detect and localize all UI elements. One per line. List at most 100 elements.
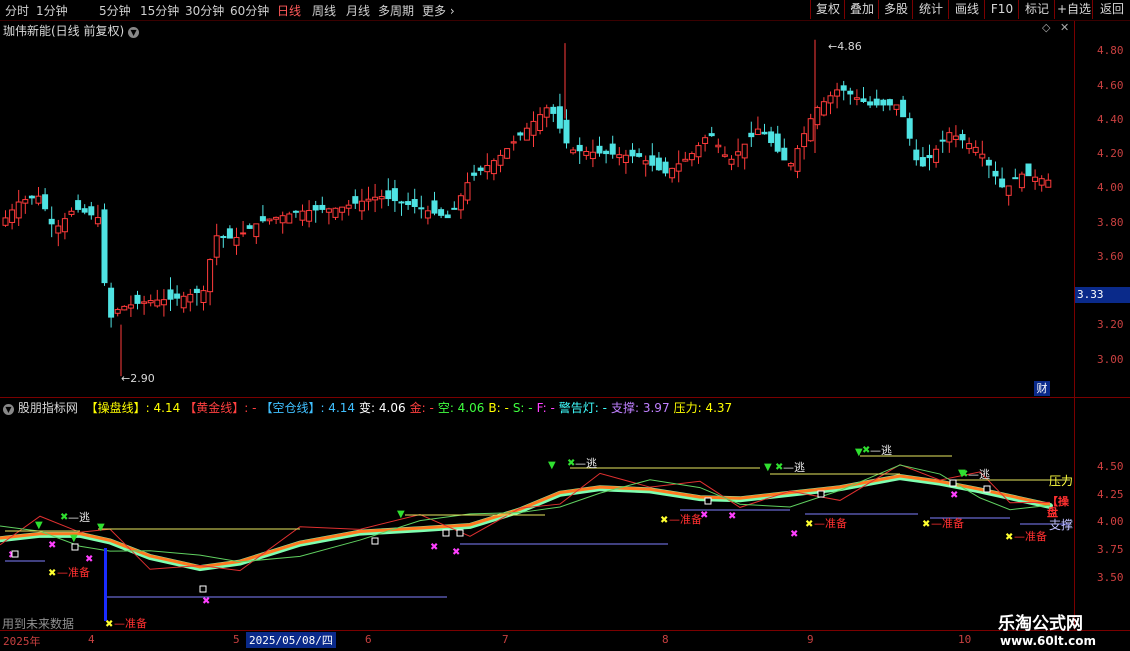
tab-15min[interactable]: 15分钟 [140,2,179,19]
tab-weekly[interactable]: 周线 [312,2,336,19]
candle-body [563,119,570,144]
candle-body [424,210,431,219]
candle-body [372,196,379,201]
date-label: 2025年 [3,635,41,648]
escape-label: —逃 [870,444,892,457]
tab-timeshare[interactable]: 分时 [5,2,29,19]
candle-body [385,190,392,200]
back-button[interactable]: 返回 [1092,0,1130,19]
candle-body [655,157,662,171]
candle-body [873,98,880,106]
candle-body [101,209,108,284]
candle-body [444,214,451,219]
candle-body [68,210,75,215]
candle-body [919,157,926,167]
operation-line-core [0,474,1051,569]
cross-square [71,543,79,551]
high-price-label: ←4.86 [828,40,862,53]
candle-body [253,223,260,238]
indicator-tick: 4.50 [1097,460,1124,473]
indicator-axis-divider [1074,398,1075,631]
candle-body [550,106,557,114]
candle-body [979,153,986,159]
cursor-date: 2025/05/08/四 [246,632,336,648]
tab-more[interactable]: 更多 › [422,2,455,19]
candle-body [471,172,478,176]
candle-body [477,167,484,171]
indicator-chart[interactable]: ▼▼▼▼▼▼▼▼✖✖✖✖✖✖✖✖✖✖✖—准备✖—准备✖—准备✖—准备✖—准备✖—… [0,398,1074,631]
tab-daily[interactable]: 日线 [277,2,301,19]
candle-body [438,209,445,216]
prepare-x-icon: ✖ [660,515,668,526]
candle-body [523,127,530,141]
candle-body [682,158,689,162]
warning-x-icon: ✖ [85,554,93,565]
candle-body [319,204,326,210]
candle-body [622,154,629,163]
multi-stock-button[interactable]: 多股 [878,0,913,19]
candle-body [15,201,22,219]
finance-badge[interactable]: 财 [1034,381,1050,396]
tab-5min[interactable]: 5分钟 [99,2,131,19]
add-favorite-button[interactable]: +自选 [1054,0,1093,19]
main-chart-panel[interactable]: 珈伟新能(日线 前复权) ▼ ◇ ✕ ←4.86 ←2.90 4.80 4.60 … [0,21,1130,397]
candle-body [708,133,715,137]
drawing-button[interactable]: 画线 [948,0,985,19]
tab-1min[interactable]: 1分钟 [36,2,68,19]
candle-body [603,150,610,155]
indicator-tick: 4.25 [1097,488,1124,501]
price-tick: 4.40 [1097,113,1124,126]
candle-body [259,216,266,222]
watermark-url: www.60lt.com [1000,634,1097,648]
candlestick-chart[interactable]: ←4.86 ←2.90 [0,21,1074,397]
candle-body [893,104,900,110]
tab-monthly[interactable]: 月线 [346,2,370,19]
candle-body [405,201,412,206]
candle-body [662,161,669,174]
candle-body [992,170,999,177]
candle-body [629,149,636,157]
prepare-x-icon: ✖ [805,519,813,530]
price-tick: 3.80 [1097,216,1124,229]
candle-body [530,120,537,136]
warning-x-icon: ✖ [790,529,798,540]
fuquan-button[interactable]: 复权 [810,0,845,19]
candle-body [556,106,563,129]
candle-body [160,299,167,306]
candle-body [510,141,517,144]
overlay-button[interactable]: 叠加 [844,0,879,19]
tab-30min[interactable]: 30分钟 [185,2,224,19]
cross-square [11,550,19,558]
date-label: 7 [502,633,509,646]
candle-body [669,167,676,179]
candle-body [233,236,240,246]
prepare-x-icon: ✖ [105,619,113,630]
tab-multi-period[interactable]: 多周期 [378,2,414,19]
warning-x-icon: ✖ [452,547,460,558]
candle-body [365,198,372,202]
escape-label: —逃 [68,511,90,524]
candle-body [418,207,425,210]
mark-button[interactable]: 标记 [1018,0,1055,19]
candle-body [695,145,702,158]
candle-body [820,101,827,116]
tab-60min[interactable]: 60分钟 [230,2,269,19]
pressure-label: 压力 [1049,474,1074,488]
statistics-button[interactable]: 统计 [912,0,949,19]
date-axis: 2025年 4 5 2025/05/08/四 6 7 8 9 10 [0,630,1130,651]
f10-button[interactable]: F10 [984,0,1019,19]
candle-body [570,149,577,154]
candle-body [537,114,544,131]
candle-body [167,289,174,300]
candle-body [1025,163,1032,177]
warning-x-icon: ✖ [202,596,210,607]
indicator-panel[interactable]: ▼ 股朋指标网 【操盘线】: 4.14 【黄金线】: - 【空仓线】: 4.14 变:… [0,397,1130,631]
candle-body [926,155,933,159]
sell-arrow-icon: ▼ [70,533,78,544]
candle-body [2,217,9,226]
warning-x-icon: ✖ [950,490,958,501]
escape-label: —逃 [968,468,990,481]
candle-body [457,195,464,211]
candle-body [464,182,471,201]
candle-body [180,295,187,309]
